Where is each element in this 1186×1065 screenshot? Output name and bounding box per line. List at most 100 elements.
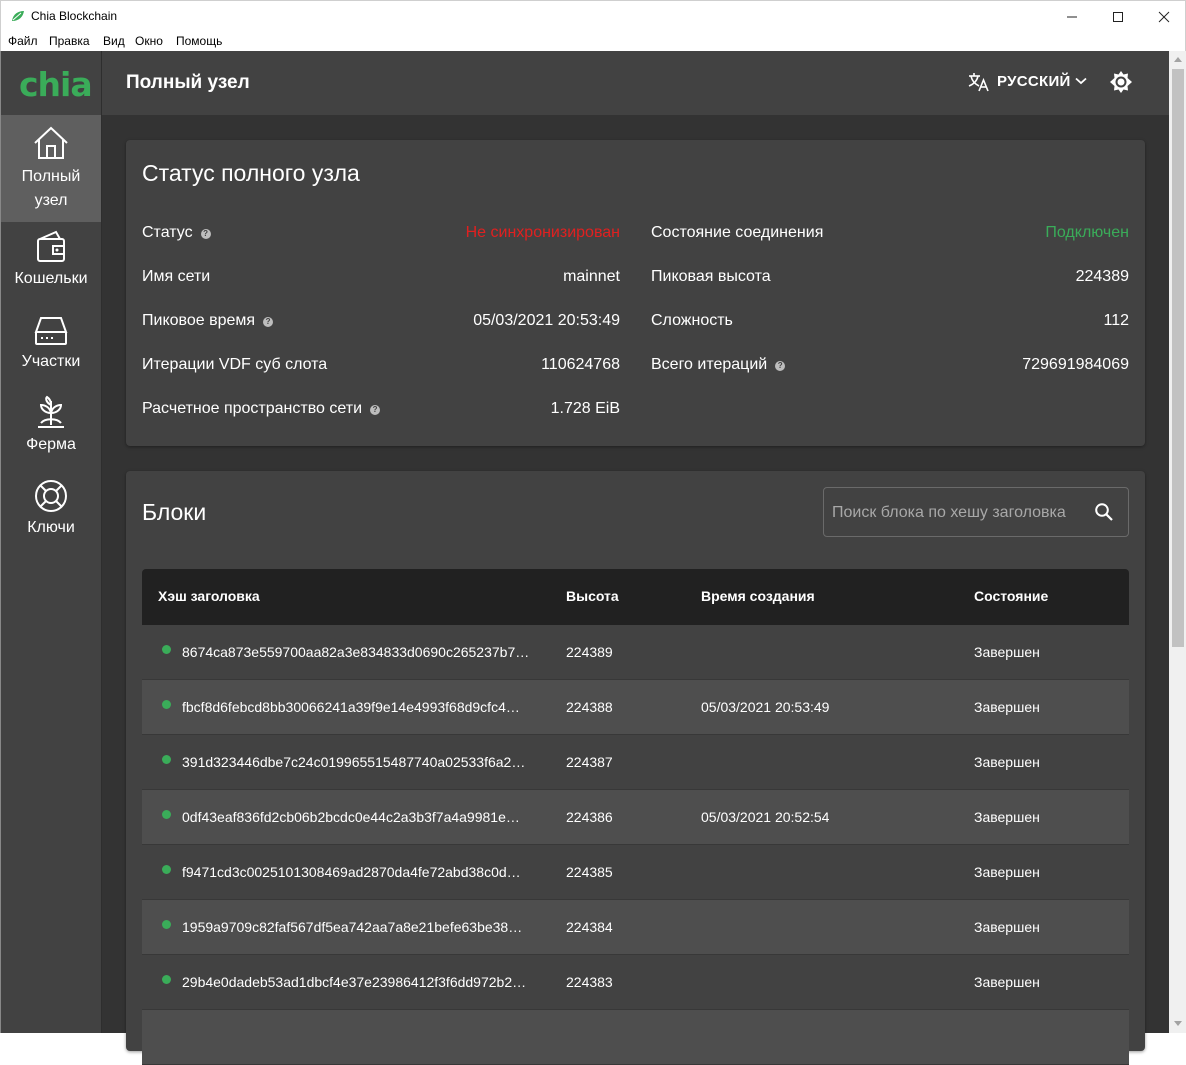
column-header-state[interactable]: Состояние	[974, 588, 1048, 604]
maximize-icon	[1113, 11, 1123, 22]
block-hash-link[interactable]: 391d323446dbe7c24c019965515487740a02533f…	[182, 754, 525, 770]
help-icon[interactable]: ?	[200, 229, 211, 239]
block-height: 224383	[566, 974, 613, 990]
chevron-down-icon[interactable]	[1075, 77, 1087, 85]
scroll-thumb[interactable]	[1172, 69, 1184, 647]
table-row[interactable]: 391d323446dbe7c24c019965515487740a02533f…	[142, 735, 1129, 790]
status-dot-icon	[162, 645, 171, 654]
vdf-iterations-label: Итерации VDF суб слота	[142, 356, 328, 373]
help-icon[interactable]: ?	[263, 317, 274, 327]
connection-status-value: Подключен	[1045, 224, 1129, 241]
table-header: Хэш заголовка Высота Время создания Сост…	[142, 569, 1129, 625]
block-state: Завершен	[974, 699, 1040, 715]
status-value: Не синхронизирован	[465, 224, 620, 241]
table-row[interactable]: 1959a9709c82faf567df5ea742aa7a8e21befe63…	[142, 900, 1129, 955]
block-state: Завершен	[974, 974, 1040, 990]
status-label: Статус?	[142, 224, 211, 242]
menu-edit[interactable]: Правка	[49, 34, 90, 48]
block-search-input[interactable]	[832, 502, 1074, 524]
blocks-card: Блоки Хэш заголовка Высота Время создани…	[126, 471, 1145, 1065]
stat-label-text: Пиковое время	[142, 312, 256, 329]
peak-height-value: 224389	[1075, 268, 1129, 285]
sidebar-item-label: Полный	[21, 168, 81, 185]
block-hash-link[interactable]: 0df43eaf836fd2cb06b2bcdc0e44c2a3b3f7a4a9…	[182, 809, 520, 825]
network-name-label: Имя сети	[142, 268, 211, 285]
blocks-table: Хэш заголовка Высота Время создания Сост…	[142, 569, 1129, 1065]
table-row[interactable]: 8674ca873e559700aa82a3e834833d0690c26523…	[142, 625, 1129, 680]
table-row[interactable]: f9471cd3c0025101308469ad2870da4fe72abd38…	[142, 845, 1129, 900]
lifebuoy-icon	[35, 480, 67, 512]
sidebar-item-full-node[interactable]: Полный узел	[1, 115, 101, 222]
menu-view[interactable]: Вид	[103, 34, 125, 48]
total-iterations-label: Всего итераций?	[651, 356, 786, 374]
language-selector[interactable]: РУССКИЙ	[997, 73, 1071, 90]
page-scrollbar[interactable]	[1169, 51, 1186, 1033]
block-search-box[interactable]	[823, 487, 1129, 537]
search-icon[interactable]	[1094, 502, 1114, 522]
sidebar-item-farm[interactable]: Ферма	[1, 395, 101, 461]
sidebar-item-label: Ключи	[27, 519, 75, 536]
sidebar-item-label: Кошельки	[14, 270, 88, 287]
block-height: 224384	[566, 919, 613, 935]
block-hash-link[interactable]: 1959a9709c82faf567df5ea742aa7a8e21befe63…	[182, 919, 522, 935]
status-dot-icon	[162, 700, 171, 709]
column-header-hash[interactable]: Хэш заголовка	[158, 588, 260, 604]
block-time: 05/03/2021 20:53:49	[701, 699, 830, 715]
page-title: Полный узел	[126, 72, 250, 93]
column-header-height[interactable]: Высота	[566, 588, 619, 604]
scroll-down-arrow-icon[interactable]	[1174, 1021, 1182, 1026]
sidebar-item-label: Ферма	[26, 436, 76, 453]
close-button[interactable]	[1141, 1, 1186, 32]
sidebar: chia Полный узел Кошельки Участки Ферма …	[1, 51, 102, 1033]
full-node-status-card: Статус полного узла Статус? Не синхрониз…	[126, 140, 1145, 446]
chia-logo: chia	[19, 65, 93, 104]
table-row[interactable]: 29b4e0dadeb53ad1dbcf4e37e23986412f3f6dd9…	[142, 955, 1129, 1010]
status-card-title: Статус полного узла	[142, 160, 360, 186]
block-hash-link[interactable]: fbcf8d6febcd8bb30066241a39f9e14e4993f68d…	[182, 699, 520, 715]
column-header-time[interactable]: Время создания	[701, 588, 815, 604]
help-icon[interactable]: ?	[775, 361, 786, 371]
scroll-up-arrow-icon[interactable]	[1174, 57, 1182, 62]
block-state: Завершен	[974, 919, 1040, 935]
sidebar-item-keys[interactable]: Ключи	[1, 478, 101, 544]
theme-toggle-icon[interactable]	[1109, 70, 1133, 94]
translate-icon[interactable]	[968, 72, 990, 92]
block-hash-link[interactable]: f9471cd3c0025101308469ad2870da4fe72abd38…	[182, 864, 521, 880]
connection-status-label: Состояние соединения	[651, 224, 824, 241]
total-iterations-value: 729691984069	[1022, 356, 1129, 373]
network-name-value: mainnet	[563, 268, 620, 285]
block-hash-link[interactable]: 8674ca873e559700aa82a3e834833d0690c26523…	[182, 644, 529, 660]
peak-time-value: 05/03/2021 20:53:49	[473, 312, 620, 329]
table-row[interactable]: fbcf8d6febcd8bb30066241a39f9e14e4993f68d…	[142, 680, 1129, 735]
block-hash-link[interactable]: 29b4e0dadeb53ad1dbcf4e37e23986412f3f6dd9…	[182, 974, 526, 990]
close-icon	[1158, 11, 1170, 22]
sidebar-item-plots[interactable]: Участки	[1, 312, 101, 378]
block-state: Завершен	[974, 864, 1040, 880]
maximize-button[interactable]	[1095, 1, 1141, 32]
sidebar-item-label: Участки	[21, 353, 81, 370]
hard-drive-icon	[34, 317, 68, 345]
stat-label-text: Статус	[142, 224, 193, 241]
difficulty-label: Сложность	[651, 312, 733, 329]
home-icon	[34, 126, 68, 159]
block-state: Завершен	[974, 754, 1040, 770]
status-dot-icon	[162, 755, 171, 764]
block-height: 224387	[566, 754, 613, 770]
minimize-button[interactable]	[1049, 1, 1095, 32]
sprout-icon	[38, 395, 64, 428]
table-row[interactable]: 0df43eaf836fd2cb06b2bcdc0e44c2a3b3f7a4a9…	[142, 790, 1129, 845]
sidebar-item-label: узел	[34, 192, 68, 209]
help-icon[interactable]: ?	[370, 405, 381, 415]
sidebar-item-wallets[interactable]: Кошельки	[1, 229, 101, 295]
block-height: 224386	[566, 809, 613, 825]
menu-window[interactable]: Окно	[135, 34, 163, 48]
status-dot-icon	[162, 865, 171, 874]
menu-help[interactable]: Помощь	[176, 34, 222, 48]
blocks-card-title: Блоки	[142, 499, 207, 525]
minimize-icon	[1067, 16, 1077, 17]
table-row[interactable]	[142, 1010, 1129, 1065]
menu-file[interactable]: Файл	[8, 34, 38, 48]
status-dot-icon	[162, 975, 171, 984]
window-title: Chia Blockchain	[31, 9, 118, 23]
block-time: 05/03/2021 20:52:54	[701, 809, 830, 825]
